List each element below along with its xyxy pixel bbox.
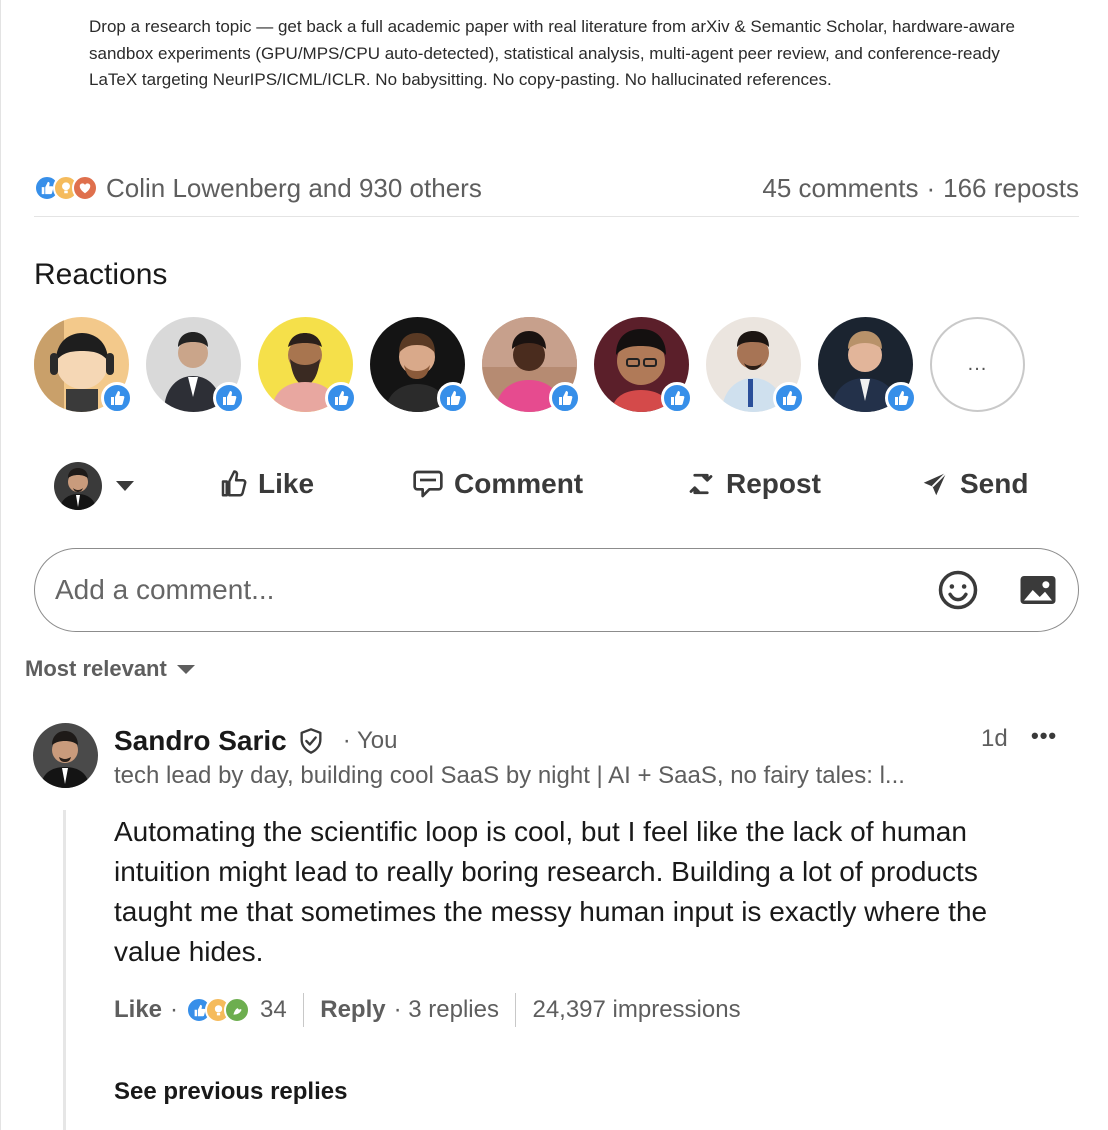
comment-icon <box>413 470 443 498</box>
reactor-avatar[interactable] <box>594 317 693 414</box>
avatar <box>54 462 102 510</box>
comment-label: Comment <box>454 468 584 499</box>
author-headline: tech lead by day, building cool SaaS by … <box>114 762 905 789</box>
comment-like-button[interactable]: Like <box>114 996 162 1024</box>
actor-switcher[interactable] <box>54 462 134 510</box>
send-button[interactable]: Send <box>920 468 1028 500</box>
reactor-avatar[interactable] <box>818 317 917 414</box>
avatar[interactable] <box>33 723 98 788</box>
send-label: Send <box>960 468 1029 499</box>
comment-box <box>34 548 1079 632</box>
reactors-summary[interactable]: Colin Lowenberg and 930 others <box>34 173 482 204</box>
verified-shield-icon <box>300 728 322 754</box>
comment-timestamp: 1d <box>981 725 1008 752</box>
social-counts-bar: Colin Lowenberg and 930 others 45 commen… <box>34 168 1079 208</box>
divider <box>34 216 1079 217</box>
like-badge-icon <box>437 382 469 414</box>
comment-button[interactable]: Comment <box>412 468 583 500</box>
thread-line <box>63 810 66 1130</box>
comments-count-link[interactable]: 45 comments <box>762 173 918 204</box>
like-label: Like <box>258 468 315 499</box>
like-badge-icon <box>101 382 133 414</box>
comment-reaction-count[interactable]: 34 <box>260 996 287 1024</box>
reactors-label: Colin Lowenberg and 930 others <box>106 172 482 203</box>
like-badge-icon <box>213 382 245 414</box>
reactor-avatar[interactable] <box>482 317 581 414</box>
sort-dropdown[interactable]: Most relevant <box>25 656 195 682</box>
like-badge-icon <box>325 382 357 414</box>
comment-reaction-stack[interactable] <box>186 997 251 1023</box>
impressions-count[interactable]: 24,397 impressions <box>532 996 740 1024</box>
thumbs-up-icon <box>221 470 247 497</box>
send-icon <box>923 472 947 496</box>
see-previous-replies-button[interactable]: See previous replies <box>114 1078 347 1106</box>
repost-label: Repost <box>726 468 821 499</box>
image-icon[interactable] <box>1017 569 1059 616</box>
comment-author: Sandro Saric · You <box>114 725 397 757</box>
reaction-icon-stack <box>34 175 98 201</box>
like-badge-icon <box>773 382 805 414</box>
like-button[interactable]: Like <box>218 468 314 500</box>
more-options-icon[interactable]: ••• <box>1031 723 1057 749</box>
post-text: Drop a research topic — get back a full … <box>89 17 1015 89</box>
reactor-avatar[interactable] <box>34 317 133 414</box>
like-badge-icon <box>885 382 917 414</box>
comment-actions: Like · 34 Reply · 3 replies 24,397 impre… <box>114 990 741 1030</box>
love-icon <box>72 175 98 201</box>
reposts-count-link[interactable]: 166 reposts <box>943 173 1079 204</box>
sort-label: Most relevant <box>25 656 167 681</box>
divider <box>514 993 517 1027</box>
comment-body: Automating the scientific loop is cool, … <box>114 816 988 967</box>
chevron-down-icon <box>116 481 134 491</box>
left-border <box>0 0 1 1130</box>
reactor-avatar[interactable] <box>146 317 245 414</box>
engagement-counts: 45 comments · 166 reposts <box>762 173 1079 204</box>
author-name-link[interactable]: Sandro Saric <box>114 725 287 757</box>
you-label: · You <box>342 727 398 754</box>
replies-count[interactable]: · 3 replies <box>394 996 499 1024</box>
like-badge-icon <box>549 382 581 414</box>
divider <box>302 993 305 1027</box>
chevron-down-icon <box>176 664 195 674</box>
reactor-avatar[interactable] <box>370 317 469 414</box>
post-actions-bar: Like Comment Repost Send <box>34 458 1079 514</box>
repost-icon <box>689 473 713 495</box>
reply-button[interactable]: Reply <box>320 996 385 1024</box>
repost-button[interactable]: Repost <box>686 468 821 500</box>
reactions-title: Reactions <box>34 258 168 291</box>
comment-input[interactable] <box>55 574 875 606</box>
separator-dot: · <box>170 996 179 1023</box>
more-reactions-button[interactable]: ... <box>930 317 1025 412</box>
support-icon <box>224 997 251 1023</box>
reactor-avatar[interactable] <box>258 317 357 414</box>
like-badge-icon <box>661 382 693 414</box>
reactor-avatar[interactable] <box>706 317 805 414</box>
reactor-avatars: ... <box>34 317 1025 414</box>
emoji-icon[interactable] <box>937 569 979 616</box>
separator-dot: · <box>926 172 936 203</box>
